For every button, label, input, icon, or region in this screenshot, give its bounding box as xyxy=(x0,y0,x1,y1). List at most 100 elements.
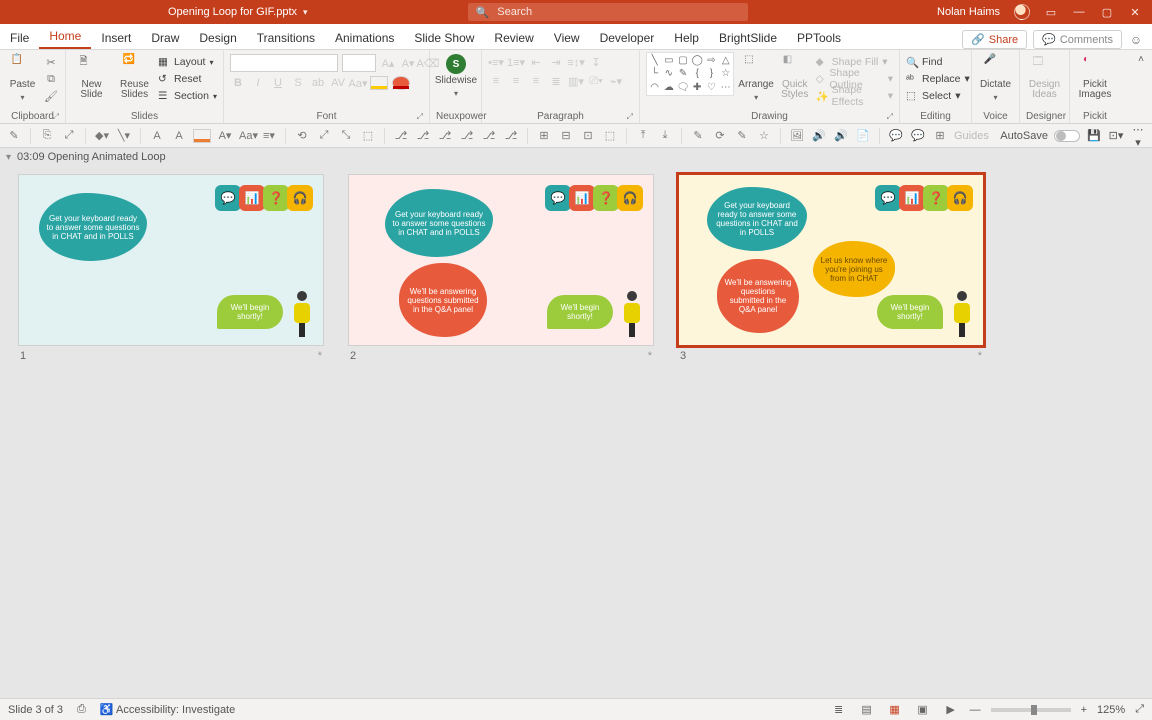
sorter-view-icon[interactable]: ▦ xyxy=(886,703,904,716)
qat-icon[interactable]: ╲▾ xyxy=(116,129,132,142)
paste-button[interactable]: 📋 Paste xyxy=(6,52,39,103)
qat-icon[interactable]: ⊡ xyxy=(580,129,596,142)
zoom-level[interactable]: 125% xyxy=(1097,704,1125,716)
underline-icon[interactable]: U xyxy=(270,75,286,91)
increase-indent-icon[interactable]: ⇥ xyxy=(548,54,564,70)
shape-rrect-icon[interactable]: ▢ xyxy=(676,54,689,67)
shape-callout-icon[interactable]: 🗨 xyxy=(676,81,689,94)
pickit-images-button[interactable]: ◐ Pickit Images xyxy=(1076,52,1114,100)
select-button[interactable]: ⬚Select ▾ xyxy=(906,88,970,104)
shape-cloud-icon[interactable]: ☁ xyxy=(662,81,675,94)
smartart-icon[interactable]: ⌁▾ xyxy=(608,73,624,89)
tab-draw[interactable]: Draw xyxy=(141,25,189,49)
spell-check-icon[interactable]: ⎙ xyxy=(77,703,86,716)
slide-thumb-2[interactable]: Get your keyboard ready to answer some q… xyxy=(348,174,654,362)
decrease-font-icon[interactable]: A▾ xyxy=(400,55,416,71)
slide-thumb-3[interactable]: Get your keyboard ready to answer some q… xyxy=(678,174,984,362)
ribbon-display-options-icon[interactable]: ▭ xyxy=(1044,6,1058,19)
qat-icon[interactable]: 🖼 xyxy=(789,129,805,142)
char-spacing-icon[interactable]: AV xyxy=(330,75,346,91)
shape-brace2-icon[interactable]: } xyxy=(705,68,718,81)
highlight-color-icon[interactable] xyxy=(370,76,388,90)
qat-icon[interactable]: ⎇ xyxy=(393,129,409,142)
shape-rect-icon[interactable]: ▭ xyxy=(662,54,675,67)
shape-curve-icon[interactable]: ∿ xyxy=(662,68,675,81)
comments-button[interactable]: 💬Comments xyxy=(1033,30,1122,49)
columns-icon[interactable]: ▥▾ xyxy=(568,73,584,89)
tab-view[interactable]: View xyxy=(544,25,590,49)
shape-line-icon[interactable]: ╲ xyxy=(648,54,661,67)
text-direction-icon[interactable]: ↧ xyxy=(588,54,604,70)
align-left-icon[interactable]: ≡ xyxy=(488,73,504,89)
qat-icon[interactable]: 🔊 xyxy=(811,129,827,142)
dialog-launcher-icon[interactable]: ⤢ xyxy=(627,112,633,122)
strike-icon[interactable]: S xyxy=(290,75,306,91)
notes-icon[interactable]: ≣ xyxy=(830,703,848,716)
zoom-out-icon[interactable]: — xyxy=(970,704,981,716)
design-ideas-button[interactable]: 🗔 Design Ideas xyxy=(1026,52,1063,100)
shape-heart-icon[interactable]: ♡ xyxy=(705,81,718,94)
change-case-icon[interactable]: Aa▾ xyxy=(350,75,366,91)
align-center-icon[interactable]: ≡ xyxy=(508,73,524,89)
qat-icon[interactable]: ⊟ xyxy=(558,129,574,142)
qat-icon[interactable]: A xyxy=(149,130,165,142)
line-spacing-icon[interactable]: ≡↕▾ xyxy=(568,54,584,70)
qat-icon[interactable]: 🔊 xyxy=(833,129,849,142)
qat-icon[interactable]: 💬 xyxy=(910,129,926,142)
dictate-button[interactable]: 🎤 Dictate xyxy=(978,52,1013,103)
user-avatar[interactable] xyxy=(1014,4,1030,20)
shape-freeform-icon[interactable]: ✎ xyxy=(676,68,689,81)
qat-icon[interactable]: ◆▾ xyxy=(94,129,110,142)
dialog-launcher-icon[interactable]: ⤢ xyxy=(53,112,59,122)
qat-icon[interactable]: A▾ xyxy=(217,129,233,142)
shape-arrow-icon[interactable]: ⇨ xyxy=(705,54,718,67)
qat-icon[interactable]: ⟳ xyxy=(712,129,728,142)
font-color-icon[interactable] xyxy=(392,76,410,90)
qat-icon[interactable]: Aa▾ xyxy=(239,129,255,142)
qat-icon[interactable]: ⬚ xyxy=(602,129,618,142)
qat-icon[interactable]: ⬚ xyxy=(360,129,376,142)
qat-icon[interactable]: ⤒ xyxy=(635,129,651,142)
format-painter-icon[interactable]: 🖌 xyxy=(43,88,59,104)
shape-brace-icon[interactable]: { xyxy=(691,68,704,81)
tab-home[interactable]: Home xyxy=(39,23,91,49)
shape-elbow-icon[interactable]: └ xyxy=(648,68,661,81)
section-collapse-icon[interactable] xyxy=(6,151,11,163)
qat-icon[interactable]: ⊞ xyxy=(932,129,948,142)
qat-icon[interactable]: ⎘ xyxy=(39,129,55,142)
tab-brightslide[interactable]: BrightSlide xyxy=(709,25,787,49)
chevron-down-icon[interactable] xyxy=(754,92,758,103)
title-dropdown-icon[interactable] xyxy=(303,6,308,18)
tab-insert[interactable]: Insert xyxy=(91,25,141,49)
save-icon[interactable]: 💾 xyxy=(1086,129,1102,142)
cut-icon[interactable]: ✂ xyxy=(43,54,59,70)
shape-star-icon[interactable]: ☆ xyxy=(719,68,732,81)
qat-icon[interactable]: ≡▾ xyxy=(261,129,277,142)
chevron-down-icon[interactable] xyxy=(454,88,458,99)
qat-icon[interactable]: ⤢ xyxy=(316,129,332,142)
qat-customize-icon[interactable]: ⋯▾ xyxy=(1130,123,1146,149)
zoom-in-icon[interactable]: + xyxy=(1081,704,1087,716)
dialog-launcher-icon[interactable]: ⤢ xyxy=(417,112,423,122)
reset-button[interactable]: ↺Reset xyxy=(158,71,217,87)
qat-icon[interactable]: ⎇ xyxy=(481,129,497,142)
share-button[interactable]: 🔗Share xyxy=(962,30,1027,49)
section-button[interactable]: ☰Section ▾ xyxy=(158,88,217,104)
shape-plus-icon[interactable]: ✚ xyxy=(691,81,704,94)
shape-arc-icon[interactable]: ◠ xyxy=(648,81,661,94)
qat-icon[interactable]: ⎇ xyxy=(415,129,431,142)
qat-icon[interactable]: ⎇ xyxy=(459,129,475,142)
user-name[interactable]: Nolan Haims xyxy=(937,6,1000,18)
bullets-icon[interactable]: •≡▾ xyxy=(488,54,504,70)
qat-icon[interactable]: ☆ xyxy=(756,129,772,142)
minimize-icon[interactable]: — xyxy=(1072,6,1086,18)
tab-file[interactable]: File xyxy=(0,25,39,49)
align-text-icon[interactable]: ⎚▾ xyxy=(588,73,604,89)
autosave-toggle[interactable] xyxy=(1054,130,1080,142)
zoom-slider[interactable] xyxy=(991,708,1071,712)
tab-transitions[interactable]: Transitions xyxy=(247,25,325,49)
slide-thumb-1[interactable]: Get your keyboard ready to answer some q… xyxy=(18,174,324,362)
numbering-icon[interactable]: 1≡▾ xyxy=(508,54,524,70)
tab-slide-show[interactable]: Slide Show xyxy=(404,25,484,49)
shape-effects-button[interactable]: ✨Shape Effects ▾ xyxy=(816,88,893,104)
